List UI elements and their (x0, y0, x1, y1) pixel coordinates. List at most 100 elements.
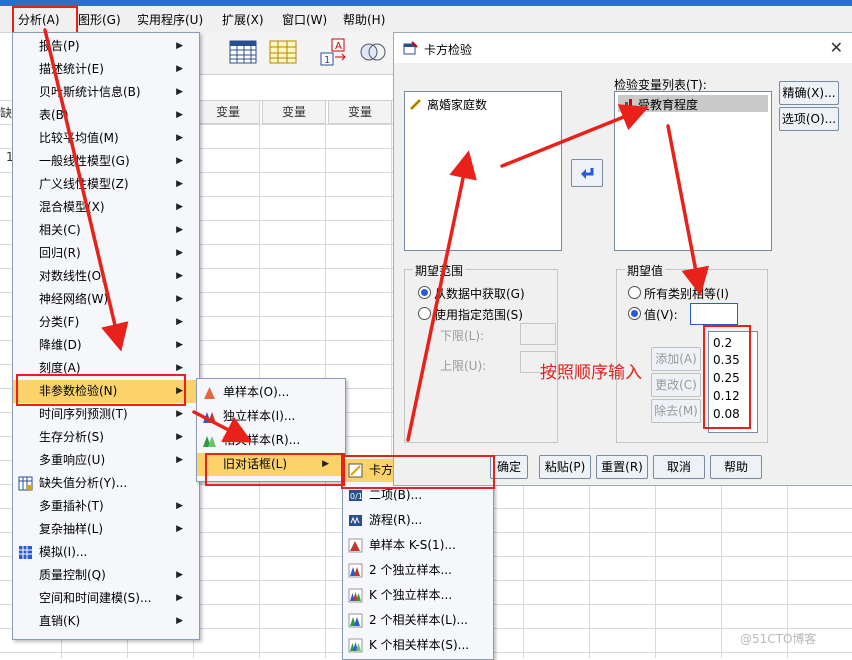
analyze-menu-item[interactable]: 表(B) ▶ (13, 104, 197, 127)
analyze-menu-item[interactable]: 模拟(I)... (13, 541, 197, 564)
table-grid-icon[interactable] (228, 37, 258, 67)
legacy-menu-item[interactable]: 单样本 K-S(1)... (343, 534, 491, 557)
column-header[interactable]: 变量 (262, 100, 326, 124)
menu-window[interactable]: 窗口(W) (282, 11, 327, 28)
nonparametric-menu-item[interactable]: 独立样本(I)... (197, 405, 343, 428)
two-independent-samples-icon (348, 563, 363, 578)
analyze-menu-item[interactable]: 多重响应(U) ▶ (13, 449, 197, 472)
legacy-menu-item[interactable]: 游程(R)... (343, 509, 491, 532)
column-header[interactable]: 变量 (328, 100, 392, 124)
nonparametric-menu-item-label: 独立样本(I)... (223, 409, 296, 423)
analyze-menu-item[interactable]: 相关(C) ▶ (13, 219, 197, 242)
value-input[interactable] (690, 303, 738, 325)
analyze-menu-item[interactable]: 生存分析(S) ▶ (13, 426, 197, 449)
analyze-menu-item[interactable]: 空间和时间建模(S)... ▶ (13, 587, 197, 610)
analyze-menu-item[interactable]: 神经网络(W) ▶ (13, 288, 197, 311)
change-button[interactable]: 更改(C) (651, 373, 701, 397)
analyze-menu-item[interactable]: 一般线性模型(G) ▶ (13, 150, 197, 173)
menu-utilities[interactable]: 实用程序(U) (137, 11, 203, 28)
analyze-menu-item-label: 神经网络(W) (39, 292, 109, 306)
analyze-menu-item[interactable]: 缺失值分析(Y)... (13, 472, 197, 495)
highlight-box-values (703, 325, 751, 429)
analyze-menu-item-label: 表(B) (39, 108, 69, 122)
analyze-menu-item[interactable]: 直销(K) ▶ (13, 610, 197, 633)
add-button[interactable]: 添加(A) (651, 347, 701, 371)
analyze-menu-item[interactable]: 回归(R) ▶ (13, 242, 197, 265)
analyze-menu-item[interactable]: 降维(D) ▶ (13, 334, 197, 357)
upper-label: 上限(U): (440, 359, 487, 373)
menu-help[interactable]: 帮助(H) (343, 11, 385, 28)
analyze-menu-item[interactable]: 多重插补(T) ▶ (13, 495, 197, 518)
chevron-right-icon: ▶ (176, 593, 183, 603)
analyze-menu-item[interactable]: 质量控制(Q) ▶ (13, 564, 197, 587)
simulation-icon (19, 546, 32, 559)
radio-get-from-data[interactable] (418, 286, 431, 299)
exact-button[interactable]: 精确(X)... (779, 81, 839, 105)
analyze-menu-item[interactable]: 对数线性(O) ▶ (13, 265, 197, 288)
annotation-text: 按照顺序输入 (540, 363, 642, 383)
source-variable-label: 离婚家庭数 (427, 98, 488, 112)
chevron-right-icon: ▶ (176, 570, 183, 580)
analyze-menu-item[interactable]: 复杂抽样(L) ▶ (13, 518, 197, 541)
analyze-menu-item[interactable]: 混合模型(X) ▶ (13, 196, 197, 219)
analyze-menu-item[interactable]: 比较平均值(M) ▶ (13, 127, 197, 150)
move-variable-button[interactable] (571, 159, 603, 187)
radio-all-categories-equal[interactable] (628, 286, 641, 299)
analyze-menu-item-label: 直销(K) (39, 614, 81, 628)
source-variable-list[interactable]: 离婚家庭数 (404, 91, 562, 251)
binomial-icon: 0/1 (349, 490, 363, 501)
chevron-right-icon: ▶ (176, 501, 183, 511)
variable-sets-icon[interactable] (358, 37, 388, 67)
nonparametric-menu-item-label: 单样本(O)... (223, 385, 290, 399)
radio-use-specified-range[interactable] (418, 307, 431, 320)
help-button[interactable]: 帮助 (710, 455, 762, 479)
options-button[interactable]: 选项(O)... (779, 107, 839, 131)
ok-button[interactable]: 确定 (490, 455, 528, 479)
svg-text:0/1: 0/1 (350, 492, 363, 501)
test-variable-list[interactable]: 受教育程度 (614, 91, 772, 251)
chevron-right-icon: ▶ (176, 409, 183, 419)
chevron-right-icon: ▶ (176, 179, 183, 189)
legacy-menu-item-label: 游程(R)... (369, 513, 423, 527)
chevron-right-icon: ▶ (176, 455, 183, 465)
lower-input[interactable] (520, 323, 556, 345)
legacy-menu-item-label: 2 个相关样本(L)... (369, 613, 468, 627)
related-samples-icon (203, 436, 216, 447)
highlight-box-chi-square (341, 455, 495, 489)
analyze-menu-item[interactable]: 时间序列预测(T) ▶ (13, 403, 197, 426)
analyze-menu-item[interactable]: 报告(P) ▶ (13, 35, 197, 58)
list-item-selected[interactable]: 受教育程度 (618, 95, 768, 112)
dialog-title: 卡方检验 (424, 43, 473, 57)
reset-button[interactable]: 重置(R) (596, 455, 648, 479)
legacy-menu-item[interactable]: 2 个独立样本... (343, 559, 491, 582)
menu-graphs[interactable]: 图形(G) (78, 11, 121, 28)
radio-values[interactable] (628, 307, 641, 320)
nonparametric-menu-item[interactable]: 单样本(O)... (197, 381, 343, 404)
data-grid-icon[interactable] (268, 37, 298, 67)
chevron-right-icon: ▶ (176, 202, 183, 212)
test-variable-label: 受教育程度 (638, 98, 699, 112)
column-header[interactable]: 变量 (196, 100, 260, 124)
legacy-menu-item[interactable]: K 个独立样本... (343, 584, 491, 607)
legacy-menu-item[interactable]: 2 个相关样本(L)... (343, 609, 491, 632)
analyze-menu-item[interactable]: 描述统计(E) ▶ (13, 58, 197, 81)
paste-button[interactable]: 粘贴(P) (539, 455, 591, 479)
analyze-menu-item[interactable]: 广义线性模型(Z) ▶ (13, 173, 197, 196)
value-labels-icon[interactable]: A 1 (318, 37, 348, 67)
list-item[interactable]: 离婚家庭数 (409, 96, 549, 112)
analyze-menu-item-label: 降维(D) (39, 338, 82, 352)
menu-extensions[interactable]: 扩展(X) (222, 11, 264, 28)
radio-label: 所有类别相等(I) (644, 287, 729, 301)
close-icon[interactable]: ✕ (830, 38, 843, 57)
analyze-menu-item-label: 报告(P) (39, 39, 80, 53)
cancel-button[interactable]: 取消 (653, 455, 705, 479)
analyze-menu-item-label: 时间序列预测(T) (39, 407, 128, 421)
legacy-menu-item[interactable]: K 个相关样本(S)... (343, 634, 491, 657)
analyze-menu-item[interactable]: 分类(F) ▶ (13, 311, 197, 334)
remove-button[interactable]: 除去(M) (651, 399, 701, 423)
one-sample-icon (204, 387, 215, 399)
group-label: 期望范围 (413, 262, 466, 279)
svg-text:A: A (335, 41, 342, 52)
analyze-menu-item[interactable]: 贝叶斯统计信息(B) ▶ (13, 81, 197, 104)
nonparametric-menu-item[interactable]: 相关样本(R)... (197, 429, 343, 452)
